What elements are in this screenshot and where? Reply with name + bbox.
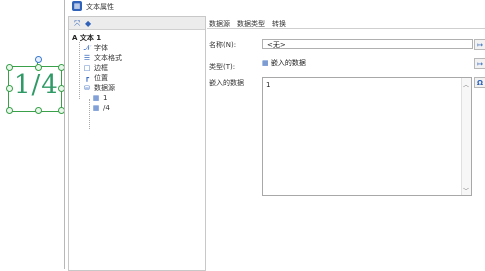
tab-label: 数据源 bbox=[209, 20, 230, 28]
position-icon: ┏ bbox=[84, 74, 90, 82]
type-field[interactable]: ▦ 嵌入的数据 bbox=[262, 58, 473, 68]
tree-item-label: 数据源 bbox=[94, 84, 115, 92]
scroll-up-icon[interactable]: ︿ bbox=[463, 80, 469, 89]
tree-connector-sub bbox=[89, 99, 91, 129]
resize-handle-ml[interactable] bbox=[6, 85, 13, 92]
type-value: 嵌入的数据 bbox=[270, 59, 306, 67]
browse-icon: ↦ bbox=[477, 41, 483, 49]
embedded-data-label: 嵌入的数据 bbox=[209, 79, 244, 87]
resize-handle-bm[interactable] bbox=[35, 107, 42, 114]
tree-connector bbox=[79, 42, 81, 99]
type-select-button[interactable]: ↦ bbox=[474, 58, 485, 69]
text-format-icon: ☰ bbox=[83, 54, 91, 62]
tag-icon[interactable]: ◆ bbox=[85, 19, 91, 28]
tree-subitem-2[interactable]: ▦/4 bbox=[92, 104, 110, 112]
tree-item-position[interactable]: ┏ 位置 bbox=[83, 73, 108, 83]
omega-icon: Ω bbox=[477, 79, 483, 87]
tree-item-label: 边框 bbox=[94, 64, 108, 72]
insert-omega-button[interactable]: Ω bbox=[474, 77, 485, 88]
property-tree-pane: ⤧ ◆ A 文本 1 𝒩 字体 ☰ 文本格式 □ 边框 ┏ 位置 ⛁ 数据源 ▦ 1 ▦/4 bbox=[68, 16, 206, 271]
select-icon: ↦ bbox=[477, 60, 483, 68]
scroll-down-icon[interactable]: ﹀ bbox=[463, 186, 469, 195]
datasource-icon: ⛁ bbox=[84, 84, 90, 92]
app-icon: ▦ bbox=[72, 1, 82, 11]
tree-subitem-label: 1 bbox=[103, 94, 108, 102]
border-icon: □ bbox=[83, 64, 91, 72]
tree-subitem-1[interactable]: ▦ 1 bbox=[92, 94, 108, 102]
dialog-title: 文本属性 bbox=[86, 3, 114, 11]
embedded-data-textarea[interactable]: 1 ︿ ﹀ bbox=[262, 77, 472, 196]
type-label: 类型(T): bbox=[209, 63, 236, 71]
resize-handle-tl[interactable] bbox=[6, 64, 13, 71]
textarea-scrollbar[interactable]: ︿ ﹀ bbox=[461, 78, 471, 195]
name-label: 名称(N): bbox=[209, 41, 237, 49]
embedded-data-icon: ▦ bbox=[92, 94, 100, 102]
tab-label: 数据类型 bbox=[237, 20, 265, 28]
embedded-data-value: 1 bbox=[266, 81, 271, 89]
tree-item-text-format[interactable]: ☰ 文本格式 bbox=[83, 53, 122, 63]
tab-datasource[interactable]: 数据源 bbox=[209, 19, 230, 29]
collapse-icon[interactable]: ⤧ bbox=[74, 19, 80, 29]
name-browse-button[interactable]: ↦ bbox=[474, 39, 485, 50]
tree-item-datasource[interactable]: ⛁ 数据源 bbox=[83, 83, 115, 93]
tab-datatype[interactable]: 数据类型 bbox=[237, 19, 265, 29]
rotate-handle[interactable] bbox=[35, 56, 42, 63]
text-properties-dialog: ▦ 文本属性 ⤧ ◆ A 文本 1 𝒩 字体 ☰ 文本格式 □ 边框 ┏ 位置 ⛁ 数据源… bbox=[64, 0, 485, 271]
label-object-text: 1/4 bbox=[14, 70, 59, 100]
tree-subitem-label: /4 bbox=[103, 104, 110, 112]
resize-handle-tm[interactable] bbox=[35, 64, 42, 71]
tree-item-label: 字体 bbox=[94, 44, 108, 52]
tree-item-label: 位置 bbox=[94, 74, 108, 82]
tab-transform[interactable]: 转换 bbox=[272, 19, 286, 29]
resize-handle-bl[interactable] bbox=[6, 107, 13, 114]
tree-item-label: 文本格式 bbox=[94, 54, 122, 62]
dialog-titlebar: ▦ 文本属性 bbox=[65, 0, 485, 14]
tree-toolbar: ⤧ ◆ bbox=[69, 17, 205, 30]
tab-label: 转换 bbox=[272, 20, 286, 28]
embedded-data-icon: ▦ bbox=[262, 59, 269, 67]
name-field[interactable]: <无> bbox=[262, 39, 473, 49]
tree-item-border[interactable]: □ 边框 bbox=[83, 63, 108, 73]
tree-root-text1[interactable]: A 文本 1 bbox=[72, 33, 101, 43]
font-icon: 𝒩 bbox=[83, 44, 91, 52]
embedded-data-icon: ▦ bbox=[92, 104, 100, 112]
tree-item-font[interactable]: 𝒩 字体 bbox=[83, 43, 108, 53]
